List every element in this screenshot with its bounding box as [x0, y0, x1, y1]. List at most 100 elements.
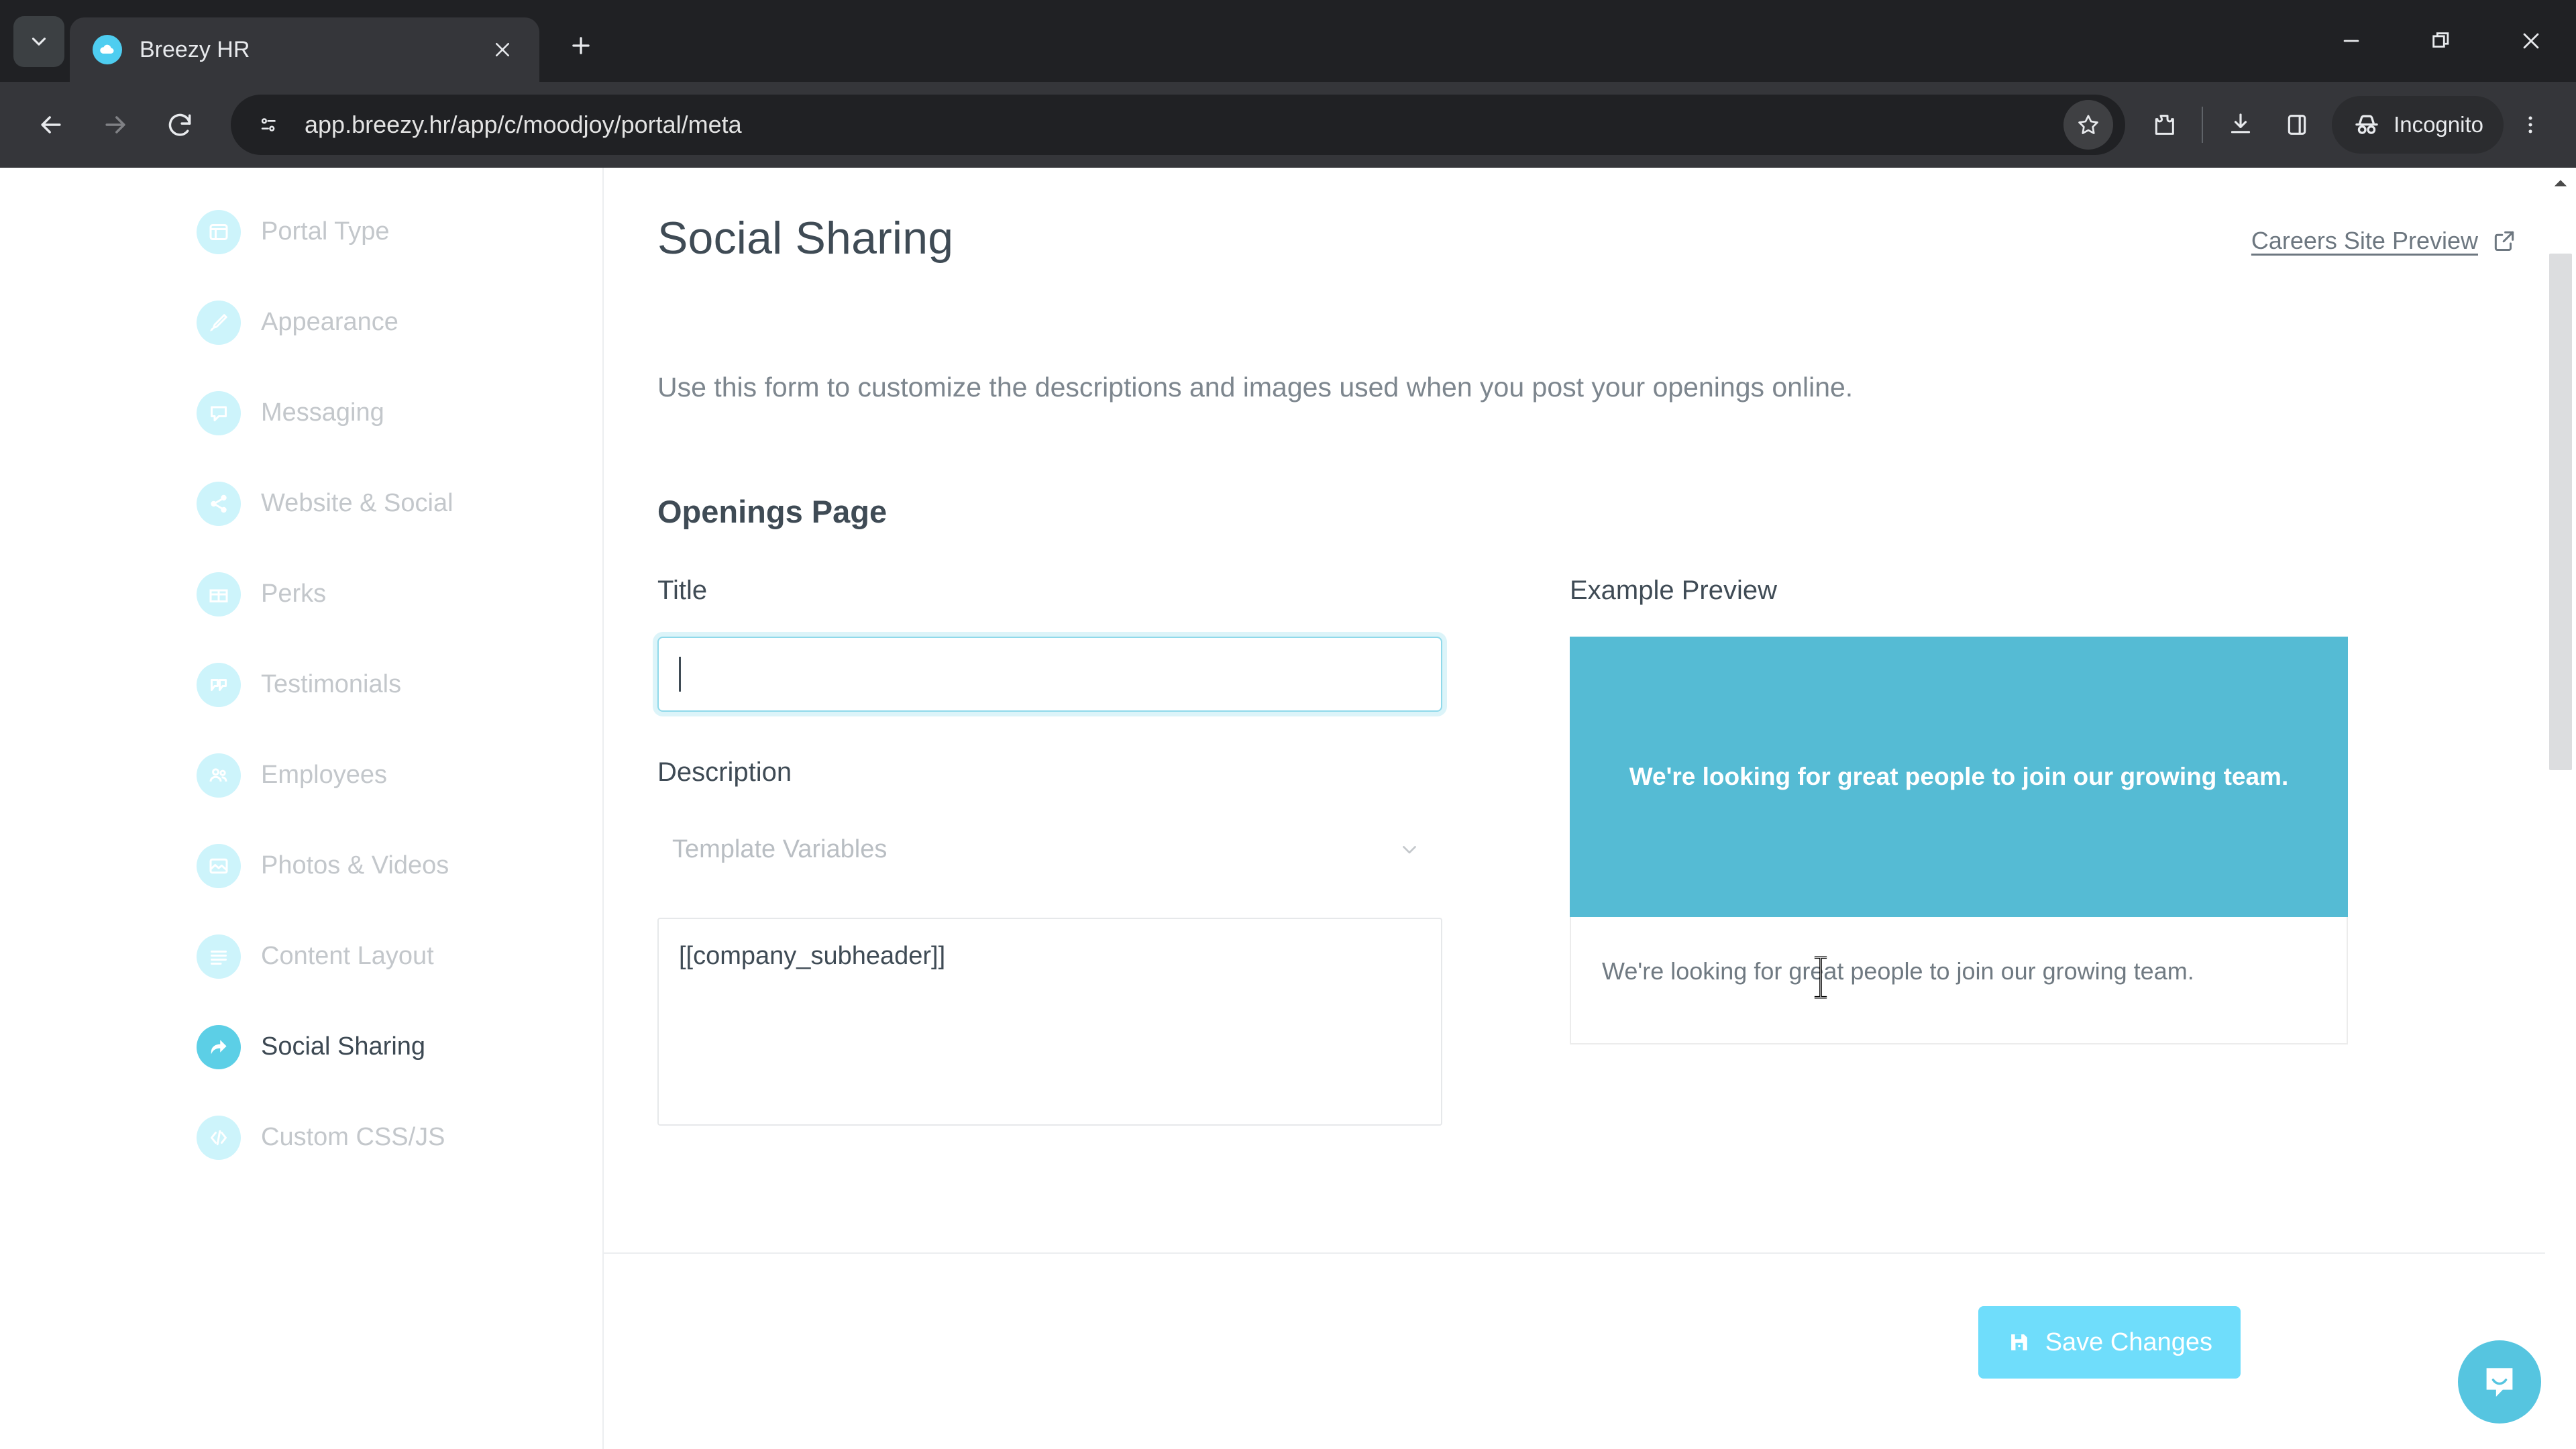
share-arrow-icon — [197, 1024, 241, 1069]
sidebar-item-label: Website & Social — [261, 489, 453, 517]
arrow-left-icon — [41, 116, 61, 133]
window-controls — [2306, 0, 2576, 82]
sidebar-item-perks[interactable]: Perks — [0, 549, 602, 639]
gift-icon — [197, 572, 241, 616]
description-textarea[interactable]: [[company_subheader]] — [657, 918, 1442, 1126]
breezy-cloud-icon — [93, 35, 122, 64]
browser-menu-button[interactable] — [2504, 98, 2557, 152]
careers-site-preview-label: Careers Site Preview — [2251, 227, 2478, 254]
sidebar-item-label: Custom CSS/JS — [261, 1123, 445, 1151]
close-window-button[interactable] — [2486, 0, 2576, 82]
template-variables-label: Template Variables — [672, 835, 888, 863]
extensions-button[interactable] — [2136, 97, 2192, 153]
sidebar-item-content-layout[interactable]: Content Layout — [0, 911, 602, 1002]
tab-search-button[interactable] — [13, 16, 64, 67]
preview-banner-text: We're looking for great people to join o… — [1629, 763, 2289, 791]
bookmark-button[interactable] — [2063, 100, 2114, 150]
sidebar-item-messaging[interactable]: Messaging — [0, 368, 602, 458]
floppy-save-icon — [2010, 1334, 2027, 1350]
section-title-openings-page: Openings Page — [657, 494, 888, 530]
form-column: Title Description Template Variables [[c… — [657, 576, 1506, 1126]
intro-paragraph: Use this form to customize the descripti… — [657, 372, 1854, 402]
new-tab-button[interactable] — [554, 19, 608, 72]
reload-icon — [168, 113, 191, 136]
form-preview-columns: Title Description Template Variables [[c… — [604, 576, 2557, 1126]
brush-icon — [197, 300, 241, 345]
sidebar-item-label: Testimonials — [261, 670, 402, 698]
page-settings-icon — [261, 118, 276, 131]
sidebar-item-label: Portal Type — [261, 217, 390, 246]
back-button[interactable] — [19, 93, 83, 157]
browser-toolbar: app.breezy.hr/app/c/moodjoy/portal/meta — [0, 82, 2576, 168]
title-input[interactable] — [657, 637, 1442, 712]
download-icon — [2231, 113, 2251, 133]
browser-window: Breezy HR app.breezy.hr/app/c/moodjoy/po… — [0, 0, 2576, 1449]
page-scrollbar[interactable] — [2545, 168, 2576, 1449]
downloads-button[interactable] — [2212, 97, 2269, 153]
side-panel-button[interactable] — [2269, 97, 2325, 153]
sidebar-item-label: Employees — [261, 761, 387, 789]
people-icon — [197, 753, 241, 798]
scroll-up-button[interactable] — [2545, 168, 2576, 199]
page-viewport: Portal Type Appearance Messaging Website… — [0, 168, 2576, 1449]
save-changes-button[interactable]: Save Changes — [1978, 1306, 2241, 1379]
save-changes-label: Save Changes — [2045, 1328, 2212, 1356]
chevron-down-icon — [32, 38, 46, 46]
template-variables-dropdown[interactable]: Template Variables — [657, 817, 1442, 881]
chat-bubble-icon — [197, 390, 241, 435]
sidebar-item-social-sharing[interactable]: Social Sharing — [0, 1002, 602, 1092]
sidebar-item-custom-css-js[interactable]: Custom CSS/JS — [0, 1092, 602, 1183]
external-link-icon — [2494, 231, 2514, 251]
title-field-label: Title — [657, 576, 708, 606]
page-title: Social Sharing — [657, 213, 954, 264]
sidebar-item-label: Photos & Videos — [261, 851, 449, 879]
sidebar-item-appearance[interactable]: Appearance — [0, 277, 602, 368]
incognito-icon — [2355, 115, 2378, 134]
portal-type-icon — [197, 209, 241, 254]
preview-column: Example Preview We're looking for great … — [1570, 576, 2517, 1126]
careers-site-preview-link[interactable]: Careers Site Preview — [2251, 227, 2517, 255]
tab-strip: Breezy HR — [0, 0, 2576, 82]
sidebar-item-website-social[interactable]: Website & Social — [0, 458, 602, 549]
reload-button[interactable] — [148, 93, 212, 157]
close-icon — [2523, 33, 2539, 49]
incognito-indicator[interactable]: Incognito — [2332, 96, 2504, 154]
minimize-icon — [2343, 40, 2359, 42]
sidebar-item-label: Social Sharing — [261, 1032, 426, 1061]
url-text: app.breezy.hr/app/c/moodjoy/portal/meta — [305, 111, 742, 138]
scrollbar-thumb[interactable] — [2549, 254, 2572, 770]
share-icon — [197, 481, 241, 526]
site-info-button[interactable] — [248, 104, 290, 146]
close-icon — [495, 42, 510, 57]
star-icon — [2078, 115, 2098, 134]
description-field-label: Description — [657, 757, 792, 788]
code-icon — [197, 1115, 241, 1160]
browser-tab[interactable]: Breezy HR — [70, 17, 539, 82]
intercom-chat-icon — [2486, 1368, 2513, 1397]
image-icon — [197, 843, 241, 888]
forward-button[interactable] — [83, 93, 148, 157]
sidebar-item-label: Messaging — [261, 398, 384, 427]
intercom-chat-launcher[interactable] — [2458, 1340, 2541, 1424]
scroll-up-arrow-icon — [2554, 180, 2567, 186]
restore-icon — [2432, 32, 2449, 48]
preview-caption-text: We're looking for great people to join o… — [1602, 957, 2194, 985]
sidebar-item-photos-videos[interactable]: Photos & Videos — [0, 820, 602, 911]
main-content: Social Sharing Careers Site Preview Use … — [604, 168, 2557, 1449]
maximize-restore-button[interactable] — [2396, 0, 2486, 82]
minimize-button[interactable] — [2306, 0, 2396, 82]
quote-icon — [197, 662, 241, 707]
extensions-puzzle-icon — [2155, 115, 2174, 135]
address-bar[interactable]: app.breezy.hr/app/c/moodjoy/portal/meta — [231, 95, 2126, 155]
sidebar-item-testimonials[interactable]: Testimonials — [0, 639, 602, 730]
form-footer: Save Changes — [604, 1254, 2557, 1449]
incognito-label: Incognito — [2394, 112, 2483, 137]
portal-settings-sidebar: Portal Type Appearance Messaging Website… — [0, 168, 604, 1449]
tab-close-button[interactable] — [484, 32, 521, 68]
sidebar-item-label: Perks — [261, 580, 327, 608]
toolbar-divider — [2202, 107, 2204, 143]
sidebar-item-employees[interactable]: Employees — [0, 730, 602, 820]
sidebar-item-portal-type[interactable]: Portal Type — [0, 186, 602, 277]
sidebar-item-label: Appearance — [261, 308, 398, 336]
preview-banner: We're looking for great people to join o… — [1570, 637, 2348, 918]
